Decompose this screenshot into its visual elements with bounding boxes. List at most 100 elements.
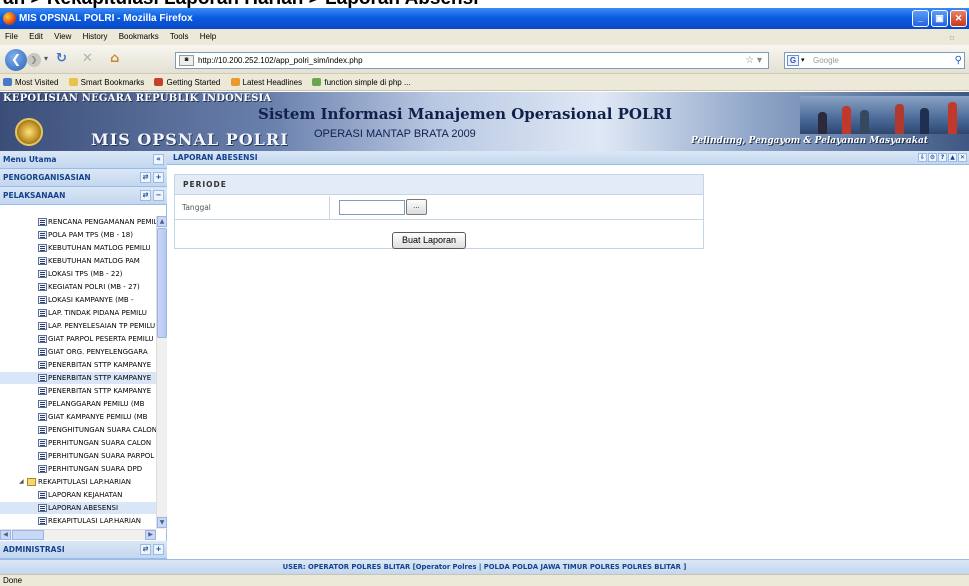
tree-item[interactable]: PENERBITAN STTP KAMPANYE [0, 359, 156, 371]
section-administrasi[interactable]: ADMINISTRASI ⇄ + [0, 541, 167, 559]
list-icon [38, 231, 47, 239]
refresh-icon[interactable]: ⇄ [140, 172, 151, 183]
section-pengorganisasian[interactable]: PENGORGANISASIAN ⇄ + [0, 169, 167, 187]
tree-item[interactable]: KEGIATAN POLRI (MB - 27) [0, 281, 156, 293]
tree-item[interactable]: KEBUTUHAN MATLOG PEMILU [0, 242, 156, 254]
home-icon[interactable]: ⌂ [110, 52, 119, 66]
tree-vertical-scrollbar[interactable]: ▲ ▼ [156, 216, 167, 529]
tree-item[interactable]: LOKASI KAMPANYE (MB - [0, 294, 156, 306]
create-report-button[interactable]: Buat Laporan [392, 232, 466, 249]
tree-item[interactable]: REKAPITULASI LAP.HARIAN [0, 515, 156, 527]
maximize-button[interactable]: ▣ [931, 10, 948, 27]
bookmark-latest-headlines[interactable]: Latest Headlines [230, 74, 302, 91]
content-header: LAPORAN ABESENSI ⇩ ⚙ ? ▲ ✕ [167, 151, 969, 165]
tree-item[interactable]: GIAT KAMPANYE PEMILU (MB [0, 411, 156, 423]
bookmark-getting-started[interactable]: Getting Started [154, 74, 220, 91]
refresh-icon[interactable]: ⇄ [140, 190, 151, 201]
reload-icon[interactable]: ↻ [56, 52, 67, 66]
site-identity-icon[interactable]: ◙ [179, 55, 194, 66]
tree-item[interactable]: LAP. PENYELESAIAN TP PEMILU [0, 320, 156, 332]
scroll-right-icon[interactable]: ▶ [145, 530, 156, 540]
gear-icon[interactable]: ⚙ [928, 153, 937, 162]
date-row: Tanggal ... [175, 196, 703, 220]
menu-help[interactable]: Help [200, 32, 216, 41]
tree-item[interactable]: LAPORAN KEJAHATAN [0, 489, 156, 501]
tree-item[interactable]: RENCANA PENGAMANAN PEMILU [0, 216, 156, 228]
collapse-icon[interactable]: − [153, 190, 164, 201]
tree-item[interactable]: KEBUTUHAN MATLOG PAM [0, 255, 156, 267]
tree-item[interactable]: PENGHITUNGAN SUARA CALON [0, 424, 156, 436]
tree-item[interactable]: GIAT ORG. PENYELENGGARA [0, 346, 156, 358]
tree-item[interactable]: LOKASI TPS (MB - 22) [0, 268, 156, 280]
close-window-button[interactable]: ✕ [950, 10, 967, 27]
collapse-up-icon[interactable]: ▲ [948, 153, 957, 162]
close-icon[interactable]: ✕ [958, 153, 967, 162]
row-divider [329, 196, 330, 219]
bookmark-function-simple[interactable]: function simple di php ... [312, 74, 411, 91]
engine-dropdown-icon[interactable]: ▾ [801, 53, 805, 68]
tree-item[interactable]: PERHITUNGAN SUARA CALON [0, 437, 156, 449]
date-field[interactable] [339, 200, 405, 215]
google-engine-icon[interactable]: G [787, 55, 799, 66]
forward-button[interactable]: ❯ [27, 53, 41, 67]
folder-icon [68, 78, 78, 86]
minimize-button[interactable]: _ [912, 10, 929, 27]
pin-icon[interactable]: ⇩ [918, 153, 927, 162]
list-icon [38, 465, 47, 473]
user-info-footer: USER: OPERATOR POLRES BLITAR [Operator P… [0, 559, 969, 574]
banner-motto: Pelindung, Pengayom & Pelayanan Masyarak… [691, 136, 928, 146]
list-icon [38, 309, 47, 317]
tree-item[interactable]: PERHITUNGAN SUARA DPD [0, 463, 156, 475]
list-icon [38, 504, 47, 512]
menu-file[interactable]: File [5, 32, 18, 41]
refresh-icon[interactable]: ⇄ [140, 544, 151, 555]
throbber-icon: ☼ [947, 32, 956, 42]
bookmark-icon [312, 78, 322, 86]
help-icon[interactable]: ? [938, 153, 947, 162]
tree-item[interactable]: POLA PAM TPS (MB - 18) [0, 229, 156, 241]
collapse-panel-icon[interactable]: « [153, 154, 164, 165]
expand-icon[interactable]: + [153, 172, 164, 183]
banner-system-title: Sistem Informasi Manajemen Operasional P… [258, 105, 673, 123]
search-icon[interactable]: ⚲ [955, 53, 962, 68]
menu-view[interactable]: View [54, 32, 71, 41]
tree-item[interactable]: PENERBITAN STTP KAMPANYE [0, 372, 156, 384]
bookmark-star-icon[interactable]: ☆ ▾ [745, 53, 762, 68]
section-pelaksanaan[interactable]: PELAKSANAAN ⇄ − [0, 187, 167, 205]
tree-item-selected[interactable]: LAPORAN ABESENSI [0, 502, 156, 514]
list-icon [38, 439, 47, 447]
scroll-left-icon[interactable]: ◀ [0, 530, 11, 540]
list-icon [38, 218, 47, 226]
rss-feed-icon [230, 78, 240, 86]
menu-tools[interactable]: Tools [170, 32, 189, 41]
tree-item[interactable]: LAP. TINDAK PIDANA PEMILU [0, 307, 156, 319]
tree-group-rekapitulasi[interactable]: ◢ REKAPITULASI LAP.HARIAN [0, 476, 156, 488]
back-button[interactable]: ❮ [5, 49, 27, 71]
scroll-down-icon[interactable]: ▼ [157, 517, 167, 528]
date-picker-button[interactable]: ... [406, 199, 427, 215]
scroll-up-icon[interactable]: ▲ [157, 216, 167, 227]
list-icon [38, 400, 47, 408]
breadcrumb-caption: an > Rekapitulasi Laporan Harian > Lapor… [0, 0, 969, 8]
history-dropdown-icon[interactable]: ▾ [44, 52, 48, 66]
scroll-thumb[interactable] [12, 530, 44, 540]
menu-history[interactable]: History [83, 32, 108, 41]
tree-item[interactable]: GIAT PARPOL PESERTA PEMILU [0, 333, 156, 345]
search-box[interactable]: G ▾ Google ⚲ [784, 52, 965, 69]
tree-horizontal-scrollbar[interactable]: ◀ ▶ [0, 529, 156, 540]
menu-bookmarks[interactable]: Bookmarks [119, 32, 159, 41]
tree-item[interactable]: PENERBITAN STTP KAMPANYE [0, 385, 156, 397]
scroll-thumb[interactable] [157, 228, 167, 338]
window-titlebar: MIS OPSNAL POLRI - Mozilla Firefox _ ▣ ✕ [0, 8, 969, 29]
stop-icon[interactable]: ✕ [82, 52, 93, 66]
bookmark-smart-bookmarks[interactable]: Smart Bookmarks [68, 74, 144, 91]
banner-operation: OPERASI MANTAP BRATA 2009 [314, 128, 476, 140]
bookmark-icon [154, 78, 164, 86]
expand-icon[interactable]: + [153, 544, 164, 555]
tree-item[interactable]: PELANGGARAN PEMILU (MB [0, 398, 156, 410]
tree-expand-icon[interactable]: ◢ [19, 476, 24, 488]
address-bar[interactable]: ◙ http://10.200.252.102/app_polri_sim/in… [175, 52, 769, 69]
menu-edit[interactable]: Edit [29, 32, 43, 41]
bookmark-most-visited[interactable]: Most Visited [3, 74, 58, 91]
tree-item[interactable]: PERHITUNGAN SUARA PARPOL [0, 450, 156, 462]
